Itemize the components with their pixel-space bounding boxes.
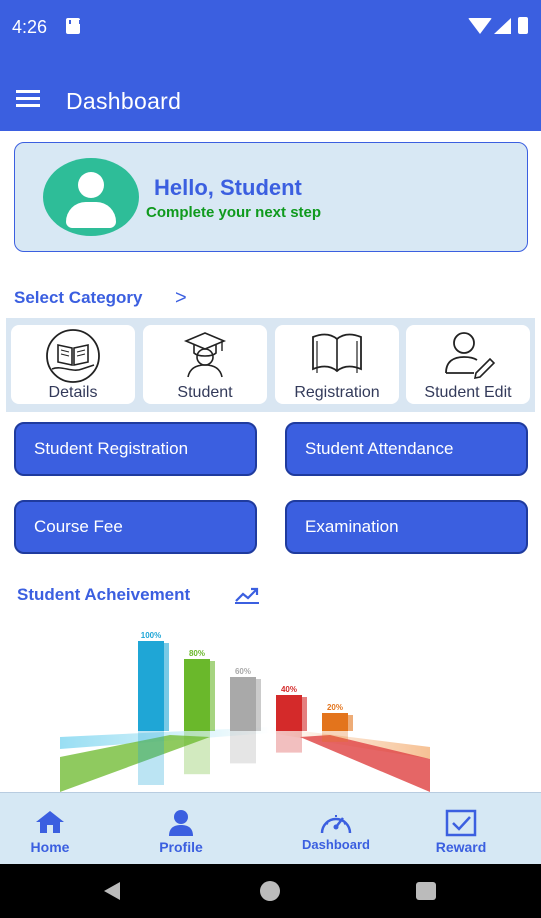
chart-bar-label: 60% [235,667,251,676]
nav-dashboard[interactable]: Dashboard [286,793,386,865]
signal-icon [494,18,511,34]
nav-reward[interactable]: Reward [411,793,511,865]
category-student-edit[interactable]: Student Edit [406,325,530,404]
nav-label: Reward [435,839,487,855]
app-title: Dashboard [66,88,182,114]
category-strip: Details Student Registration Student Edi… [6,318,535,412]
status-time: 4:26 [12,17,48,37]
category-label: Student [177,384,233,401]
speedometer-icon [320,815,352,834]
achievement-chart: 100% 80% 60% 40% 20% [60,631,430,792]
reward-icon [445,809,477,837]
book-hand-icon [46,329,100,383]
chart-bar-reflection [138,731,164,785]
user-edit-icon [445,332,496,379]
achievement-title: Student Acheivement [17,585,191,604]
open-book-icon [312,333,362,373]
chart-bar-reflection [230,731,256,764]
battery-icon [518,17,528,34]
back-icon[interactable] [104,882,120,900]
nav-label: Dashboard [302,837,370,852]
graduate-icon [183,332,227,378]
chart-bar [184,659,210,731]
achievement-chart-card: 100% 80% 60% 40% 20% [0,609,541,792]
top-bar: 4:26 Dashboard [0,0,541,131]
avatar [43,158,139,236]
chart-bar-reflection [322,731,348,742]
examination-button[interactable]: Examination [285,500,528,554]
category-label: Details [48,384,98,401]
chart-bar [276,695,302,731]
chart-bar [138,641,164,731]
category-registration[interactable]: Registration [275,325,399,404]
system-navigation-bar [0,864,541,918]
select-category-title[interactable]: Select Category [14,288,143,308]
wifi-icon [468,18,492,34]
chart-bar-label: 20% [327,703,343,712]
sd-card-icon [66,18,81,34]
nav-label: Home [30,839,70,855]
chart-bar-reflection [276,731,302,753]
hamburger-menu-icon[interactable] [16,90,40,108]
app-bar: Dashboard [0,52,541,131]
category-label: Registration [294,384,380,401]
course-fee-button[interactable]: Course Fee [14,500,257,554]
chart-bar-side [210,661,215,731]
chart-bar-label: 100% [141,631,161,640]
chevron-right-icon[interactable]: > [175,287,187,310]
chart-bar-side [256,679,261,731]
student-registration-button[interactable]: Student Registration [14,422,257,476]
avatar-head-icon [78,172,104,198]
status-bar: 4:26 [0,0,541,52]
profile-icon [169,810,193,836]
category-student[interactable]: Student [143,325,267,404]
greeting-subtitle: Complete your next step [146,204,322,221]
nav-label: Profile [159,839,203,855]
chart-bar-side [302,697,307,731]
home-circle-icon[interactable] [260,881,280,901]
chart-bar-label: 80% [189,649,205,658]
greeting-title: Hello, Student [154,175,302,200]
chart-bar-label: 40% [281,685,297,694]
avatar-body-icon [66,202,116,228]
category-details[interactable]: Details [11,325,135,404]
home-icon [36,811,64,833]
trending-up-icon[interactable] [234,585,260,605]
bottom-navigation: Home Profile Dashboard Reward [0,792,541,864]
greeting-card: Hello, Student Complete your next step [14,142,528,252]
chart-bar [230,677,256,731]
category-label: Student Edit [424,384,512,401]
student-attendance-button[interactable]: Student Attendance [285,422,528,476]
chart-bar-reflection [184,731,210,775]
chart-bar-side [348,715,353,731]
nav-home[interactable]: Home [0,793,100,865]
recents-icon[interactable] [416,882,436,900]
nav-profile[interactable]: Profile [131,793,231,865]
chart-bar-side [164,643,169,731]
chart-bar [322,713,348,731]
